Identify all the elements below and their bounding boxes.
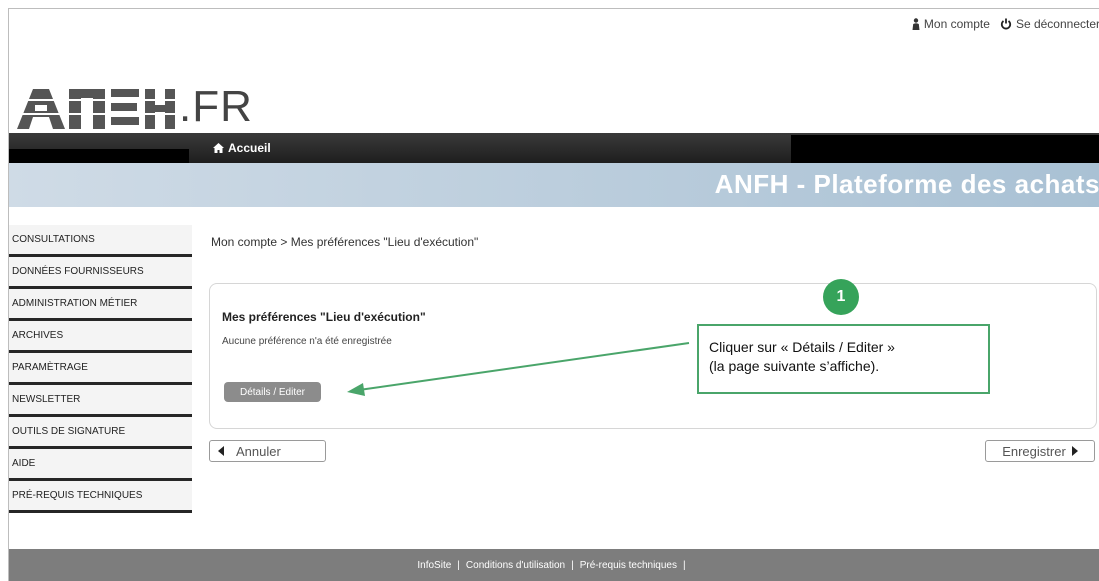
footer-separator: | [571, 559, 574, 571]
footer-separator: | [457, 559, 460, 571]
footer-separator: | [683, 559, 686, 571]
step-badge: 1 [823, 279, 859, 315]
callout-line-1: Cliquer sur « Détails / Editer » [709, 339, 895, 355]
footer-link-infosite[interactable]: InfoSite [417, 560, 451, 571]
annotation-callout: Cliquer sur « Détails / Editer » (la pag… [697, 324, 990, 394]
footer-link-prerequis[interactable]: Pré-requis techniques [580, 560, 677, 571]
callout-line-2: (la page suivante s’affiche). [709, 358, 880, 374]
browser-viewport: Mon compte Se déconnecter .FR Accueil AN… [8, 8, 1099, 581]
footer-link-conditions[interactable]: Conditions d'utilisation [466, 560, 565, 571]
page-footer: InfoSite | Conditions d'utilisation | Pr… [9, 549, 1099, 581]
annotation-arrow [347, 342, 690, 396]
